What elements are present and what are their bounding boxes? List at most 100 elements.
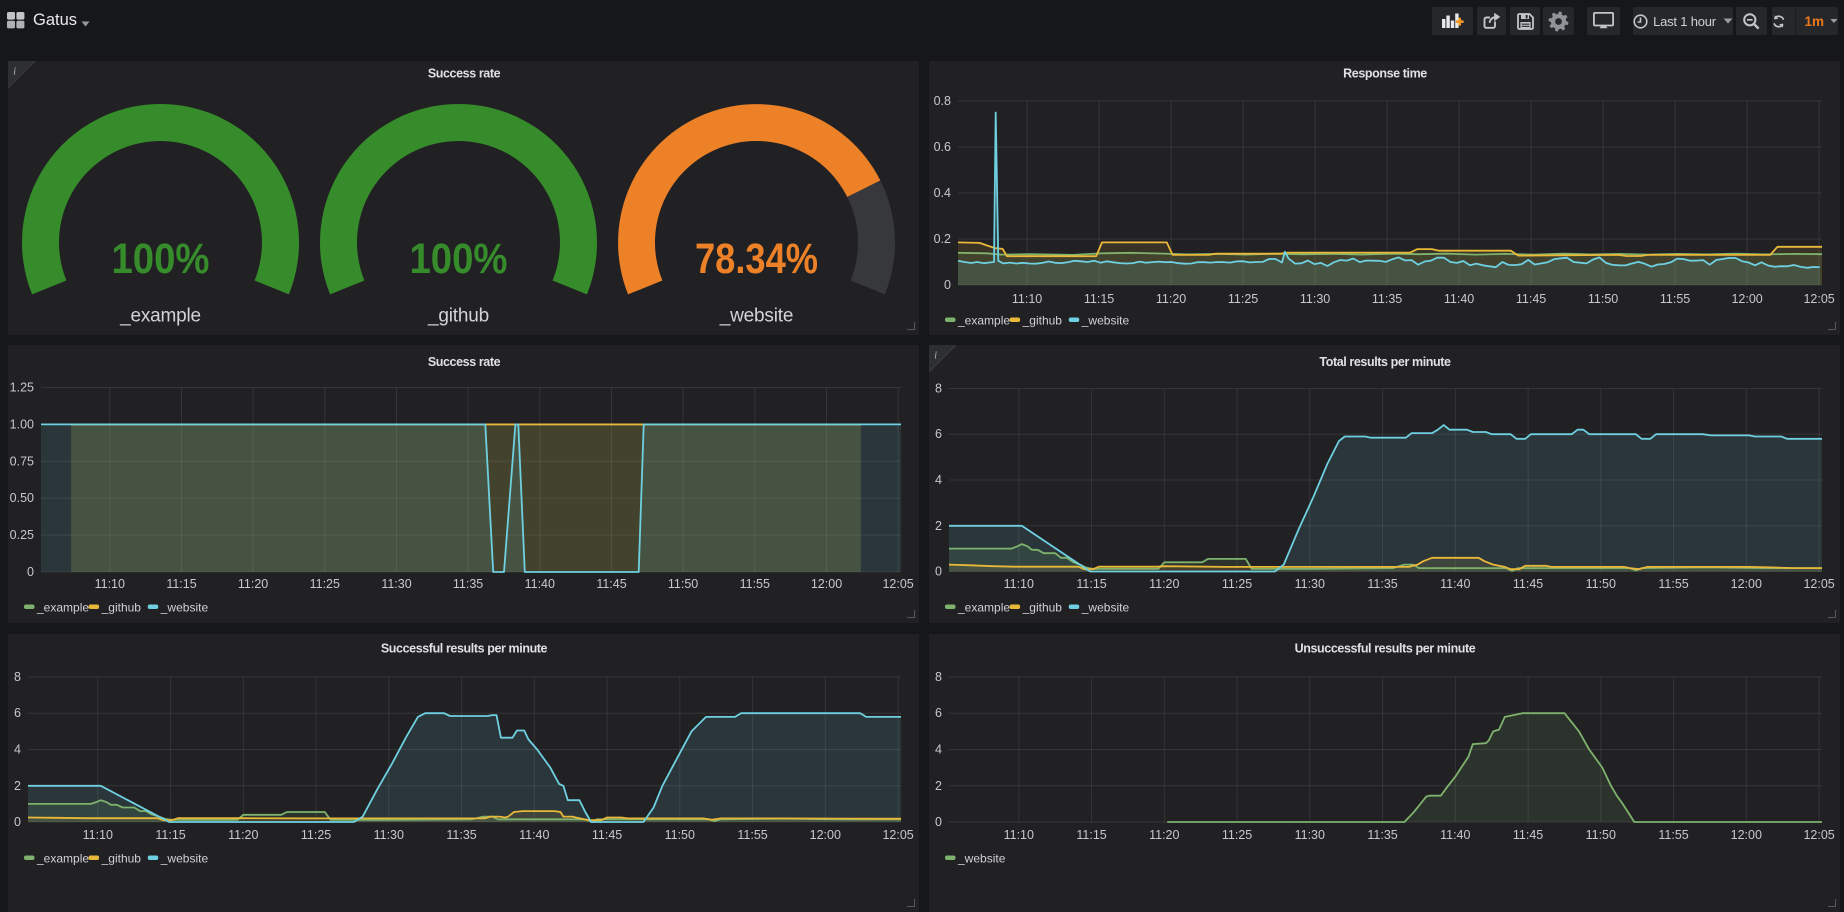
svg-text:11:25: 11:25 (1222, 828, 1252, 842)
svg-text:12:05: 12:05 (1803, 292, 1834, 306)
svg-text:_website: _website (1081, 601, 1130, 615)
svg-text:12:00: 12:00 (810, 828, 841, 842)
svg-text:8: 8 (14, 670, 21, 684)
svg-text:0: 0 (944, 278, 951, 292)
svg-text:Unsuccessful results per minut: Unsuccessful results per minute (1295, 642, 1476, 656)
svg-text:11:10: 11:10 (1004, 577, 1034, 591)
svg-text:11:45: 11:45 (1516, 292, 1546, 306)
svg-text:0: 0 (935, 815, 942, 829)
svg-text:11:35: 11:35 (1372, 292, 1402, 306)
svg-text:11:10: 11:10 (1012, 292, 1042, 306)
svg-text:1.25: 1.25 (10, 381, 34, 395)
svg-text:11:15: 11:15 (155, 828, 185, 842)
svg-text:0.25: 0.25 (10, 528, 34, 542)
svg-text:Total results per minute: Total results per minute (1319, 355, 1451, 369)
svg-text:0.6: 0.6 (934, 140, 951, 154)
svg-text:11:55: 11:55 (737, 828, 767, 842)
svg-text:_website: _website (1081, 314, 1130, 328)
svg-text:0: 0 (935, 565, 942, 579)
svg-text:_github: _github (1022, 601, 1063, 615)
svg-text:8: 8 (935, 382, 942, 396)
svg-text:_website: _website (957, 852, 1006, 866)
svg-text:11:10: 11:10 (83, 828, 113, 842)
svg-text:11:15: 11:15 (1076, 828, 1106, 842)
svg-text:6: 6 (935, 706, 942, 720)
svg-text:11:40: 11:40 (519, 828, 549, 842)
svg-text:_example: _example (36, 852, 89, 866)
svg-text:i: i (934, 351, 937, 362)
svg-text:11:15: 11:15 (1084, 292, 1114, 306)
svg-text:11:25: 11:25 (1222, 577, 1252, 591)
svg-text:11:45: 11:45 (1513, 828, 1543, 842)
svg-text:4: 4 (935, 473, 942, 487)
svg-text:11:35: 11:35 (446, 828, 476, 842)
svg-text:0: 0 (27, 565, 34, 579)
svg-text:11:55: 11:55 (1658, 577, 1688, 591)
svg-text:11:50: 11:50 (1588, 292, 1618, 306)
svg-text:_github: _github (101, 852, 142, 866)
svg-text:11:55: 11:55 (740, 577, 770, 591)
svg-text:11:45: 11:45 (592, 828, 622, 842)
svg-text:Success rate: Success rate (428, 67, 501, 81)
svg-text:_example: _example (957, 601, 1010, 615)
svg-text:11:10: 11:10 (95, 577, 125, 591)
svg-text:0.75: 0.75 (10, 454, 34, 468)
svg-text:0.4: 0.4 (934, 186, 951, 200)
svg-text:0.2: 0.2 (934, 232, 951, 246)
svg-text:11:20: 11:20 (1149, 828, 1179, 842)
svg-text:2: 2 (935, 519, 942, 533)
svg-text:12:05: 12:05 (1803, 577, 1834, 591)
svg-text:11:35: 11:35 (453, 577, 483, 591)
svg-text:_example: _example (36, 601, 89, 615)
svg-text:_website: _website (160, 601, 209, 615)
svg-text:11:20: 11:20 (1149, 577, 1179, 591)
svg-text:_github: _github (427, 306, 489, 327)
svg-text:11:25: 11:25 (310, 577, 340, 591)
svg-text:12:05: 12:05 (882, 828, 913, 842)
svg-text:11:40: 11:40 (1440, 828, 1470, 842)
svg-text:11:30: 11:30 (1295, 828, 1325, 842)
svg-text:11:35: 11:35 (1367, 577, 1397, 591)
svg-text:11:45: 11:45 (1513, 577, 1543, 591)
svg-text:78.34%: 78.34% (695, 235, 818, 283)
svg-text:2: 2 (14, 779, 21, 793)
svg-text:11:35: 11:35 (1367, 828, 1397, 842)
svg-text:4: 4 (14, 743, 21, 757)
svg-text:11:30: 11:30 (1295, 577, 1325, 591)
svg-text:11:50: 11:50 (1586, 577, 1616, 591)
svg-text:6: 6 (935, 427, 942, 441)
svg-text:_example: _example (957, 314, 1010, 328)
svg-text:11:30: 11:30 (1300, 292, 1330, 306)
svg-text:11:30: 11:30 (374, 828, 404, 842)
svg-text:11:55: 11:55 (1658, 828, 1688, 842)
svg-text:11:25: 11:25 (1228, 292, 1258, 306)
svg-text:Success rate: Success rate (428, 355, 501, 369)
svg-text:4: 4 (935, 743, 942, 757)
svg-text:_github: _github (1022, 314, 1063, 328)
svg-text:12:05: 12:05 (1803, 828, 1834, 842)
svg-text:12:00: 12:00 (811, 577, 842, 591)
svg-text:11:45: 11:45 (596, 577, 626, 591)
svg-text:i: i (13, 67, 16, 78)
svg-text:100%: 100% (112, 235, 210, 283)
svg-text:1.00: 1.00 (10, 417, 34, 431)
svg-text:_website: _website (160, 852, 209, 866)
svg-text:11:50: 11:50 (1586, 828, 1616, 842)
svg-text:_example: _example (119, 306, 201, 327)
svg-text:11:10: 11:10 (1004, 828, 1034, 842)
svg-text:11:20: 11:20 (228, 828, 258, 842)
svg-text:_website: _website (719, 306, 793, 327)
svg-text:12:00: 12:00 (1731, 828, 1762, 842)
svg-text:0.8: 0.8 (934, 94, 951, 108)
svg-text:0.50: 0.50 (10, 491, 34, 505)
svg-text:11:40: 11:40 (1444, 292, 1474, 306)
svg-text:11:55: 11:55 (1660, 292, 1690, 306)
svg-text:Response time: Response time (1343, 67, 1427, 81)
svg-text:11:20: 11:20 (238, 577, 268, 591)
svg-text:11:30: 11:30 (381, 577, 411, 591)
svg-text:11:20: 11:20 (1156, 292, 1186, 306)
svg-text:11:25: 11:25 (301, 828, 331, 842)
svg-text:12:00: 12:00 (1731, 577, 1762, 591)
svg-text:8: 8 (935, 670, 942, 684)
svg-text:11:40: 11:40 (525, 577, 555, 591)
